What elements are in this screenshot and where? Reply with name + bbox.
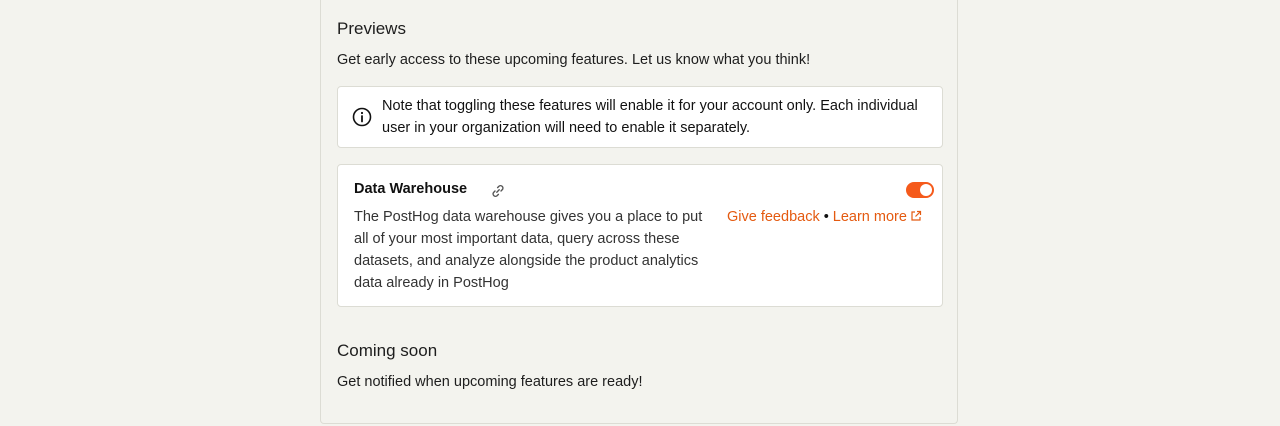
previews-description: Get early access to these upcoming featu…	[337, 52, 811, 68]
feature-description: The PostHog data warehouse gives you a p…	[354, 209, 703, 291]
feature-title: Data Warehouse	[354, 181, 468, 197]
coming-soon-title: Coming soon	[337, 341, 438, 360]
info-note: Note that toggling these features will e…	[337, 86, 943, 148]
previews-title: Previews	[337, 19, 406, 38]
link-icon[interactable]	[490, 183, 506, 199]
feature-links: Give feedback • Learn more	[727, 206, 922, 228]
external-link-icon	[911, 210, 922, 221]
give-feedback-link[interactable]: Give feedback	[727, 209, 820, 225]
feature-card-data-warehouse: Data Warehouse The PostHog data warehous…	[337, 164, 943, 307]
learn-more-link[interactable]: Learn more	[833, 209, 922, 225]
toggle-knob	[920, 184, 932, 196]
info-note-text: Note that toggling these features will e…	[382, 98, 918, 136]
feature-toggle[interactable]	[906, 182, 934, 198]
info-icon	[352, 107, 372, 127]
learn-more-label: Learn more	[832, 209, 907, 225]
separator-bullet: •	[823, 209, 829, 225]
feature-previews-panel: Previews Get early access to these upcom…	[320, 0, 958, 424]
coming-soon-description: Get notified when upcoming features are …	[337, 374, 643, 390]
